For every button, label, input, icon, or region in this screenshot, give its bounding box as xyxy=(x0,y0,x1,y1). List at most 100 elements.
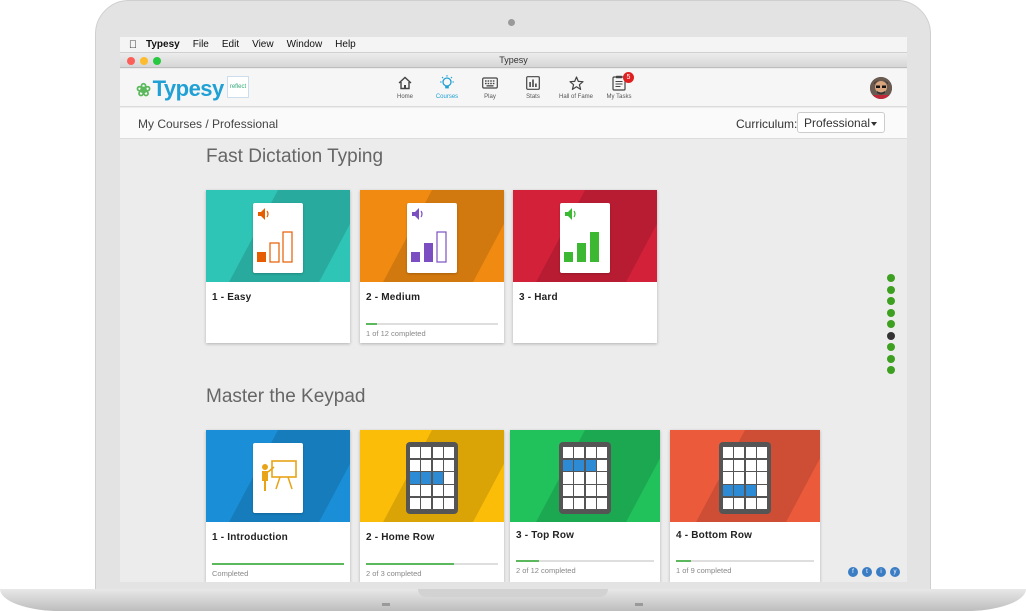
facebook-icon[interactable]: f xyxy=(848,567,858,577)
twitter-icon[interactable]: t xyxy=(862,567,872,577)
progress-bar xyxy=(366,323,498,325)
reflect-logo: reflect xyxy=(227,76,249,98)
lightbulb-icon xyxy=(427,74,467,92)
pager-dot[interactable] xyxy=(887,285,895,294)
keyboard-icon xyxy=(470,74,510,92)
card-banner xyxy=(513,190,657,282)
keypad-icon xyxy=(559,442,611,514)
section-title: Master the Keypad xyxy=(206,386,366,407)
course-card-introduction[interactable]: 1 - Introduction Completed xyxy=(206,430,350,582)
nav-courses-label: Courses xyxy=(435,94,459,100)
progress-text: Completed xyxy=(212,569,249,578)
reflect-logo-text: reflect xyxy=(229,84,247,90)
nav-stats[interactable]: Stats xyxy=(513,74,553,100)
card-paper xyxy=(253,443,303,513)
progress-text: 2 of 3 completed xyxy=(366,569,422,578)
logo-text: Typesy xyxy=(152,76,225,101)
menu-view[interactable]: View xyxy=(252,39,274,50)
pager-dot[interactable] xyxy=(887,308,895,317)
nav-play-label: Play xyxy=(484,94,496,100)
nav-stats-label: Stats xyxy=(526,94,540,100)
menu-edit[interactable]: Edit xyxy=(222,39,239,50)
progress-bar xyxy=(366,563,498,565)
progress-bar xyxy=(676,560,814,562)
course-card-bottom-row[interactable]: 4 - Bottom Row 1 of 9 completed xyxy=(670,430,820,582)
pager-dot[interactable] xyxy=(887,297,895,305)
app-header: ❀Typesy reflect Home Courses Play Stats xyxy=(120,69,907,107)
nav-hall-of-fame[interactable]: Hall of Fame xyxy=(556,74,596,100)
bar-levels-icon xyxy=(411,231,447,263)
breadcrumb[interactable]: My Courses / Professional xyxy=(138,117,278,131)
progress-fill xyxy=(516,560,540,562)
menu-window[interactable]: Window xyxy=(287,39,323,50)
card-banner xyxy=(206,190,350,282)
nav-my-tasks-label: My Tasks xyxy=(606,94,632,100)
course-card-medium[interactable]: 2 - Medium 1 of 12 completed xyxy=(360,190,504,343)
typesy-logo-mark-icon: ❀ xyxy=(136,80,151,100)
nav-play[interactable]: Play xyxy=(470,74,510,100)
presentation-icon xyxy=(262,460,297,491)
window-title: Typesy xyxy=(499,55,528,65)
youtube-icon[interactable]: y xyxy=(890,567,900,577)
laptop-notch xyxy=(418,589,608,597)
menu-typesy[interactable]: Typesy xyxy=(146,39,180,50)
card-title: 3 - Hard xyxy=(519,292,558,303)
progress-fill xyxy=(366,563,455,565)
star-icon xyxy=(556,74,596,92)
tasks-count-badge: 5 xyxy=(623,72,634,83)
mac-menubar:  Typesy File Edit View Window Help xyxy=(120,37,907,53)
progress-bar xyxy=(516,560,654,562)
home-icon xyxy=(385,74,425,92)
progress-text: 1 of 9 completed xyxy=(676,566,732,575)
nav-home-label: Home xyxy=(396,94,413,100)
user-avatar[interactable] xyxy=(870,77,892,99)
card-banner xyxy=(360,190,504,282)
pager-dot[interactable] xyxy=(887,274,895,282)
pager-dot-current[interactable] xyxy=(887,331,895,340)
progress-fill xyxy=(212,563,344,565)
caret-down-icon xyxy=(871,122,877,126)
bar-chart-icon xyxy=(513,74,553,92)
pager-dot[interactable] xyxy=(887,354,895,363)
curriculum-value: Professional xyxy=(804,116,871,130)
breadcrumb-bar: My Courses / Professional Curriculum: Pr… xyxy=(120,108,907,139)
card-title: 2 - Medium xyxy=(366,292,421,303)
nav-my-tasks[interactable]: 5 My Tasks xyxy=(599,72,639,100)
nav-courses[interactable]: Courses xyxy=(427,74,467,100)
card-banner xyxy=(206,430,350,522)
window-titlebar: Typesy xyxy=(120,54,907,68)
menu-file[interactable]: File xyxy=(193,39,209,50)
card-title: 3 - Top Row xyxy=(516,530,575,541)
bar-levels-icon xyxy=(564,232,599,262)
progress-text: 1 of 12 completed xyxy=(366,329,426,338)
typesy-logo[interactable]: ❀Typesy xyxy=(136,76,224,102)
section-pager xyxy=(887,274,895,378)
curriculum-select[interactable]: Professional xyxy=(797,112,885,133)
instagram-icon[interactable]: i xyxy=(876,567,886,577)
card-title: 2 - Home Row xyxy=(366,532,435,543)
pager-dot[interactable] xyxy=(887,320,895,328)
menu-help[interactable]: Help xyxy=(335,39,356,50)
course-card-easy[interactable]: 1 - Easy xyxy=(206,190,350,343)
card-banner xyxy=(510,430,660,522)
camera-icon xyxy=(508,19,515,26)
card-banner xyxy=(360,430,504,522)
apple-icon[interactable]:  xyxy=(120,39,146,51)
course-card-top-row[interactable]: 3 - Top Row 2 of 12 completed xyxy=(510,430,660,582)
keypad-icon xyxy=(406,442,458,514)
progress-text: 2 of 12 completed xyxy=(516,566,576,575)
bar-levels-icon xyxy=(257,231,293,263)
nav-home[interactable]: Home xyxy=(385,74,425,100)
curriculum-label: Curriculum: xyxy=(736,117,798,131)
pager-dot[interactable] xyxy=(887,343,895,351)
course-card-home-row[interactable]: 2 - Home Row 2 of 3 completed xyxy=(360,430,504,582)
laptop-foot xyxy=(382,603,390,606)
progress-fill xyxy=(676,560,692,562)
course-card-hard[interactable]: 3 - Hard xyxy=(513,190,657,343)
pager-dot[interactable] xyxy=(887,366,895,374)
card-title: 4 - Bottom Row xyxy=(676,530,753,541)
card-title: 1 - Easy xyxy=(212,292,252,303)
laptop-foot xyxy=(635,603,643,606)
card-title: 1 - Introduction xyxy=(212,532,288,543)
card-banner xyxy=(670,430,820,522)
